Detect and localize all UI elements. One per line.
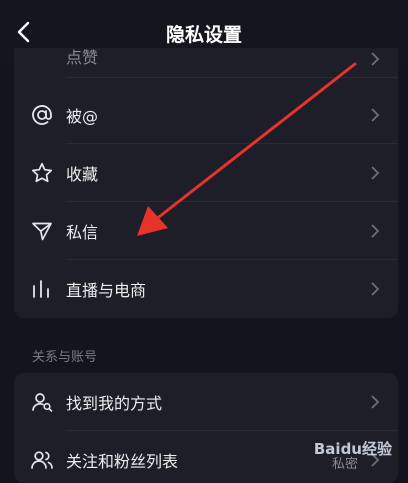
send-icon <box>32 222 52 241</box>
settings-row-live-commerce[interactable]: 直播与电商 <box>14 260 398 318</box>
bar-chart-icon <box>33 280 49 298</box>
chevron-right-icon <box>371 282 380 296</box>
app-header-overlay: 隐私设置 <box>0 0 408 48</box>
settings-row-find-me-label: 找到我的方式 <box>66 394 163 413</box>
chevron-right-icon <box>371 108 380 122</box>
page-title: 隐私设置 <box>165 24 242 46</box>
settings-row-live-commerce-label: 直播与电商 <box>66 281 147 300</box>
settings-row-favorites-label: 收藏 <box>66 165 99 184</box>
users-icon <box>31 451 53 469</box>
section-title: 关系与账号 <box>32 350 98 365</box>
row-divider <box>66 77 398 78</box>
settings-row-find-me[interactable]: 找到我的方式 <box>14 373 398 431</box>
user-search-icon <box>32 393 53 412</box>
chevron-right-icon <box>371 224 380 238</box>
watermark-text: Baidu经验 <box>313 440 392 458</box>
chevron-right-icon <box>371 52 380 66</box>
settings-row-messages-label: 私信 <box>66 223 99 242</box>
settings-row-favorites[interactable]: 收藏 <box>14 144 398 202</box>
settings-row-messages[interactable]: 私信 <box>14 202 398 260</box>
settings-row-follow-list-label: 关注和粉丝列表 <box>66 452 179 471</box>
at-sign-icon <box>32 105 52 125</box>
chevron-right-icon <box>371 166 380 180</box>
settings-row-mention[interactable]: 被@ <box>14 86 398 144</box>
privacy-settings-card: 点赞 被@ 收藏 私信 直播与电商 <box>14 20 398 318</box>
chevron-right-icon <box>371 395 380 409</box>
star-icon <box>31 162 53 183</box>
settings-row-mention-label: 被@ <box>66 107 99 126</box>
